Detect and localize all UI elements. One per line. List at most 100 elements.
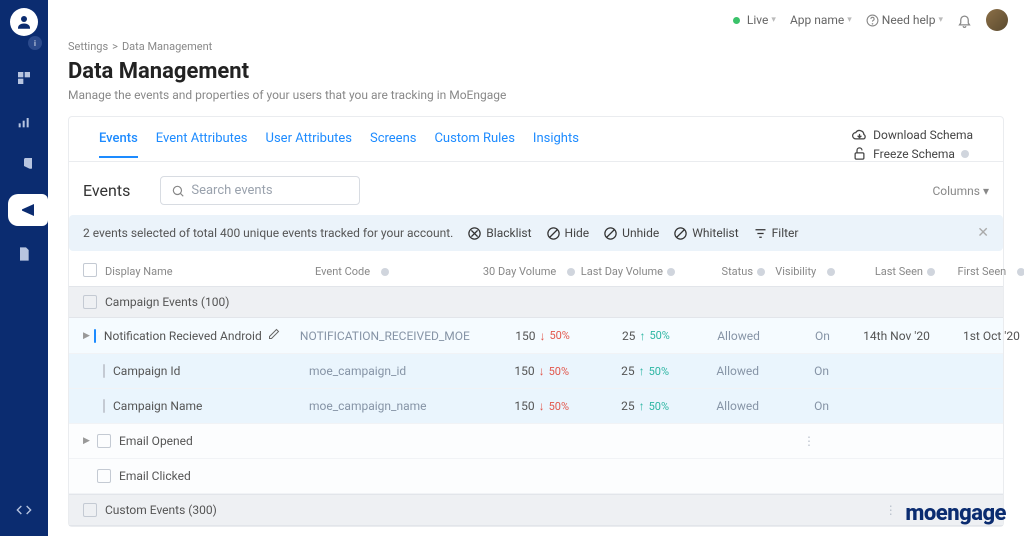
col-lastday[interactable]: Last Day Volume (575, 265, 675, 278)
col-event-code[interactable]: Event Code (315, 265, 475, 278)
notifications-button[interactable] (957, 13, 972, 28)
event-name: Email Opened (119, 434, 329, 448)
notification-badge: i (28, 36, 42, 50)
attribute-code: moe_campaign_name (309, 399, 469, 413)
col-visibility[interactable]: Visibility (765, 265, 835, 278)
expand-toggle[interactable]: ▶ (83, 436, 93, 446)
table-header-row: Display Name Event Code 30 Day Volume La… (69, 257, 1003, 286)
tab-custom-rules[interactable]: Custom Rules (434, 131, 514, 158)
attribute-name: Campaign Id (113, 364, 309, 378)
download-schema-button[interactable]: Download Schema (852, 127, 973, 142)
info-icon (927, 268, 935, 276)
row-checkbox[interactable] (103, 364, 105, 378)
event-row: ▶ Notification Recieved Android NOTIFICA… (69, 318, 1003, 354)
tab-insights[interactable]: Insights (533, 131, 579, 158)
row-checkbox[interactable] (94, 329, 96, 343)
row-checkbox[interactable] (97, 469, 111, 483)
event-row: ▶ Email Opened ⋮ (69, 424, 1003, 459)
page-title: Data Management (68, 59, 1004, 84)
arrow-up-icon: ↑ (639, 364, 645, 378)
info-icon (1017, 268, 1024, 276)
top-bar: Live▾ App name▾ Need help▾ (48, 0, 1024, 40)
section-title: Events (83, 181, 130, 200)
edit-icon[interactable] (268, 328, 280, 343)
unhide-button[interactable]: Unhide (603, 226, 659, 241)
nav-analytics[interactable] (8, 106, 40, 138)
hide-button[interactable]: Hide (546, 226, 590, 241)
event-name: Email Clicked (119, 469, 329, 483)
arrow-up-icon: ↑ (639, 399, 645, 413)
group-checkbox[interactable] (83, 295, 97, 309)
tab-screens[interactable]: Screens (370, 131, 416, 158)
col-display-name[interactable]: Display Name (105, 265, 315, 278)
group-custom-events[interactable]: Custom Events (300) ⋮ (69, 494, 1003, 526)
unhide-icon (603, 226, 618, 241)
search-icon (171, 184, 185, 198)
tab-user-attributes[interactable]: User Attributes (266, 131, 352, 158)
whitelist-icon (673, 226, 688, 241)
row-menu-button[interactable]: ⋮ (1019, 364, 1024, 378)
hide-icon (546, 226, 561, 241)
left-sidebar: i (0, 0, 48, 536)
tab-event-attributes[interactable]: Event Attributes (156, 131, 248, 158)
info-icon (757, 268, 765, 276)
event-name: Notification Recieved Android (104, 329, 262, 343)
attribute-code: moe_campaign_id (309, 364, 469, 378)
row-menu-button[interactable]: ⋮ (885, 503, 897, 517)
arrow-up-icon: ↑ (639, 329, 645, 343)
attribute-name: Campaign Name (113, 399, 309, 413)
app-switcher[interactable]: App name▾ (790, 13, 852, 27)
event-attribute-row: Campaign Name moe_campaign_name 150↓50% … (69, 389, 1003, 424)
info-icon (827, 268, 835, 276)
info-icon (381, 268, 389, 276)
nav-code[interactable] (8, 494, 40, 526)
chevron-down-icon: ▾ (771, 15, 776, 25)
blacklist-button[interactable]: Blacklist (467, 226, 531, 241)
columns-dropdown[interactable]: Columns▾ (932, 184, 989, 198)
nav-dashboard[interactable] (8, 62, 40, 94)
live-indicator-dot (733, 17, 740, 24)
row-checkbox[interactable] (97, 434, 111, 448)
row-menu-button[interactable]: ⋮ (1020, 329, 1024, 343)
nav-campaigns[interactable] (8, 194, 48, 226)
col-30day[interactable]: 30 Day Volume (475, 265, 575, 278)
env-switcher[interactable]: Live▾ (733, 13, 776, 27)
row-menu-button[interactable]: ⋮ (1019, 399, 1024, 413)
group-campaign-events[interactable]: Campaign Events (100) (69, 286, 1003, 318)
row-menu-button[interactable]: ⋮ (797, 434, 821, 448)
breadcrumb: Settings>Data Management (68, 40, 1004, 53)
breadcrumb-leaf: Data Management (122, 40, 212, 53)
chevron-down-icon: ▾ (983, 184, 989, 198)
filter-button[interactable]: Filter (753, 226, 799, 241)
tab-events[interactable]: Events (99, 131, 138, 158)
chevron-down-icon: ▾ (847, 15, 852, 25)
page-description: Manage the events and properties of your… (68, 88, 1004, 102)
brand-logo: moengage (905, 501, 1006, 526)
close-selection-button[interactable]: ✕ (977, 225, 989, 241)
app-logo[interactable] (10, 8, 38, 36)
event-attribute-row: Campaign Id moe_campaign_id 150↓50% 25↑5… (69, 354, 1003, 389)
row-checkbox[interactable] (103, 399, 105, 413)
col-status[interactable]: Status (675, 265, 765, 278)
freeze-schema-button[interactable]: Freeze Schema (852, 146, 973, 161)
search-input[interactable]: Search events (160, 176, 360, 205)
event-code: NOTIFICATION_RECEIVED_MOE (300, 329, 470, 343)
arrow-down-icon: ↓ (539, 399, 545, 413)
col-first-seen[interactable]: First Seen (935, 265, 1024, 278)
breadcrumb-root[interactable]: Settings (68, 40, 108, 53)
nav-content[interactable] (8, 238, 40, 270)
col-last-seen[interactable]: Last Seen (835, 265, 935, 278)
event-row: Email Clicked (69, 459, 1003, 494)
chevron-down-icon: ▾ (938, 15, 943, 25)
help-menu[interactable]: Need help▾ (866, 13, 943, 27)
expand-toggle[interactable]: ▶ (83, 331, 90, 341)
user-avatar[interactable] (986, 9, 1008, 31)
info-icon (667, 268, 675, 276)
cloud-download-icon (852, 127, 867, 142)
group-checkbox[interactable] (83, 503, 97, 517)
arrow-down-icon: ↓ (539, 329, 545, 343)
select-all-checkbox[interactable] (83, 263, 97, 277)
whitelist-button[interactable]: Whitelist (673, 226, 738, 241)
nav-pie[interactable] (8, 150, 40, 182)
lock-open-icon (852, 146, 867, 161)
